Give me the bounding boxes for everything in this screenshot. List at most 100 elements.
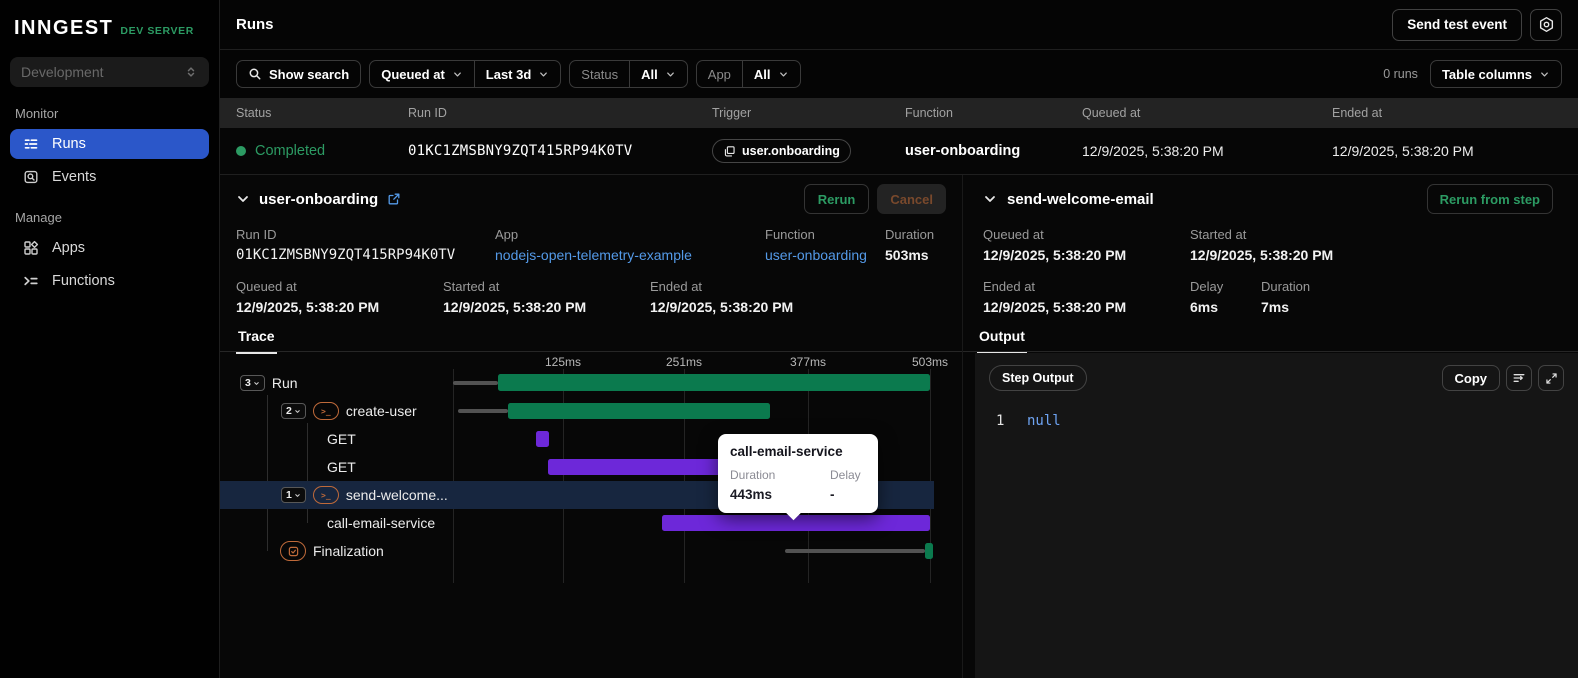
trace-row-create-user[interactable]: 2 >_ create-user: [220, 397, 417, 425]
ended-at-label: Ended at: [650, 279, 703, 294]
inngest-logo: INNGEST: [14, 17, 114, 39]
status-badge: Completed: [255, 143, 326, 159]
send-test-event-button[interactable]: Send test event: [1392, 8, 1522, 41]
dev-server-badge: DEV SERVER: [120, 25, 194, 37]
table-row[interactable]: Completed 01KC1ZMSBNY9ZQT415RP94K0TV use…: [220, 128, 1578, 175]
step-ended-at-field: Ended at 12/9/2025, 5:38:20 PM: [983, 279, 1126, 315]
function-name: user-onboarding: [905, 143, 1021, 159]
trace-tooltip: call-email-service Duration 443ms Delay …: [718, 434, 878, 513]
table-columns-button[interactable]: Table columns: [1429, 60, 1562, 88]
step-detail-panel: send-welcome-email Rerun from step Queue…: [963, 175, 1578, 678]
trace-timeline: 125ms 251ms 377ms 503ms 3 Run 2 >_ creat…: [220, 353, 962, 678]
trace-bar-run[interactable]: [498, 374, 930, 391]
trigger-badge[interactable]: user.onboarding: [712, 139, 851, 163]
time-range-dropdown[interactable]: Last 3d: [473, 61, 561, 87]
monitor-section-label: Monitor: [15, 106, 59, 121]
trace-row-get-1[interactable]: GET: [220, 425, 356, 453]
trace-row-finalization[interactable]: Finalization: [220, 537, 384, 565]
trace-bar-get-1[interactable]: [536, 431, 549, 447]
expand-button[interactable]: [1538, 365, 1564, 391]
started-at-label: Started at: [1190, 227, 1247, 242]
expand-icon: [1545, 372, 1557, 384]
duration-field: Duration 503ms: [885, 227, 934, 263]
trace-row-label: send-welcome...: [345, 487, 448, 503]
started-at-value: 12/9/2025, 5:38:20 PM: [1190, 247, 1334, 263]
step-detail-tabs: Output: [963, 322, 1578, 354]
status-filter-dropdown[interactable]: All: [629, 61, 687, 87]
trace-bar-create-user[interactable]: [508, 403, 770, 419]
sidebar-item-functions[interactable]: Functions: [10, 266, 209, 296]
sidebar: INNGEST DEV SERVER Development Monitor R…: [0, 0, 220, 678]
step-output-badge: Step Output: [989, 365, 1087, 391]
apps-icon: [23, 240, 39, 256]
app-filter-dropdown[interactable]: All: [741, 61, 800, 87]
external-link-icon[interactable]: [387, 192, 401, 206]
duration-value: 503ms: [885, 247, 929, 263]
trace-row-label: call-email-service: [327, 515, 436, 531]
started-at-field: Started at 12/9/2025, 5:38:20 PM: [443, 279, 586, 315]
tooltip-delay-value: -: [830, 487, 835, 502]
line-number: 1: [996, 413, 1005, 429]
time-filter: Queued at Last 3d: [369, 60, 562, 88]
trace-row-label: Finalization: [313, 543, 384, 559]
tab-output[interactable]: Output: [977, 322, 1027, 354]
trace-row-get-2[interactable]: GET: [220, 453, 356, 481]
events-icon: [23, 169, 39, 185]
app-link[interactable]: nodejs-open-telemetry-example: [495, 247, 692, 263]
word-wrap-button[interactable]: [1506, 365, 1532, 391]
queued-at-value: 12/9/2025, 5:38:20 PM: [236, 299, 380, 315]
manage-section-label: Manage: [15, 210, 62, 225]
axis-tick: 503ms: [911, 355, 949, 369]
runs-count: 0 runs: [1383, 67, 1418, 81]
axis-tick: 377ms: [789, 355, 827, 369]
trace-row-label: GET: [327, 459, 356, 475]
rerun-from-step-button[interactable]: Rerun from step: [1426, 184, 1553, 214]
collapse-count-badge[interactable]: 1: [281, 487, 306, 503]
function-link[interactable]: user-onboarding: [765, 247, 867, 263]
step-started-at-field: Started at 12/9/2025, 5:38:20 PM: [1190, 227, 1333, 263]
trace-gridline: [453, 369, 454, 583]
workspace-select[interactable]: Development: [10, 57, 209, 87]
collapse-chevron-icon[interactable]: [983, 192, 997, 206]
run-id-label: Run ID: [236, 227, 277, 242]
show-search-button[interactable]: Show search: [236, 60, 362, 88]
status-filter-label: Status: [581, 66, 619, 82]
function-field: Function user-onboarding: [765, 227, 867, 263]
collapse-chevron-icon[interactable]: [236, 192, 250, 206]
collapse-count-badge[interactable]: 2: [281, 403, 306, 419]
inngest-dev-server-app: INNGEST DEV SERVER Development Monitor R…: [0, 0, 1578, 678]
rerun-button[interactable]: Rerun: [803, 184, 870, 214]
sidebar-item-apps[interactable]: Apps: [10, 233, 209, 263]
ended-at-value: 12/9/2025, 5:38:20 PM: [1332, 143, 1474, 159]
sidebar-item-events[interactable]: Events: [10, 162, 209, 192]
trace-row-call-email-service[interactable]: call-email-service: [220, 509, 435, 537]
started-at-label: Started at: [443, 279, 500, 294]
chevron-down-icon: [538, 69, 549, 80]
run-name: user-onboarding: [259, 190, 379, 208]
trace-row-run[interactable]: 3 Run: [220, 369, 298, 397]
run-detail-tabs: Trace: [220, 322, 962, 354]
time-field-dropdown[interactable]: Queued at: [370, 61, 474, 87]
tooltip-title: call-email-service: [730, 444, 843, 459]
trace-row-label: create-user: [345, 403, 417, 419]
settings-gear-button[interactable]: [1530, 8, 1562, 41]
function-label: Function: [765, 227, 815, 242]
tooltip-delay-label: Delay: [830, 468, 861, 482]
copy-button[interactable]: Copy: [1441, 365, 1500, 391]
chevron-down-icon: [452, 69, 463, 80]
trace-row-send-welcome-email[interactable]: 1 >_ send-welcome...: [220, 481, 448, 509]
collapse-count-badge[interactable]: 3: [240, 375, 265, 391]
queued-at-value: 12/9/2025, 5:38:20 PM: [1082, 143, 1224, 159]
sidebar-item-runs[interactable]: Runs: [10, 129, 209, 159]
run-id-value: 01KC1ZMSBNY9ZQT415RP94K0TV: [408, 143, 633, 159]
gear-icon: [1539, 17, 1553, 32]
tab-trace[interactable]: Trace: [236, 322, 277, 354]
column-header-function: Function: [905, 106, 953, 120]
trace-bar-finalization[interactable]: [925, 543, 933, 559]
status-completed-dot-icon: [236, 146, 246, 156]
chevron-down-icon: [1539, 69, 1550, 80]
queued-at-label: Queued at: [236, 279, 297, 294]
ended-at-value: 12/9/2025, 5:38:20 PM: [650, 299, 794, 315]
trace-row-label: Run: [271, 375, 298, 391]
run-id-field: Run ID 01KC1ZMSBNY9ZQT415RP94K0TV: [236, 227, 455, 263]
